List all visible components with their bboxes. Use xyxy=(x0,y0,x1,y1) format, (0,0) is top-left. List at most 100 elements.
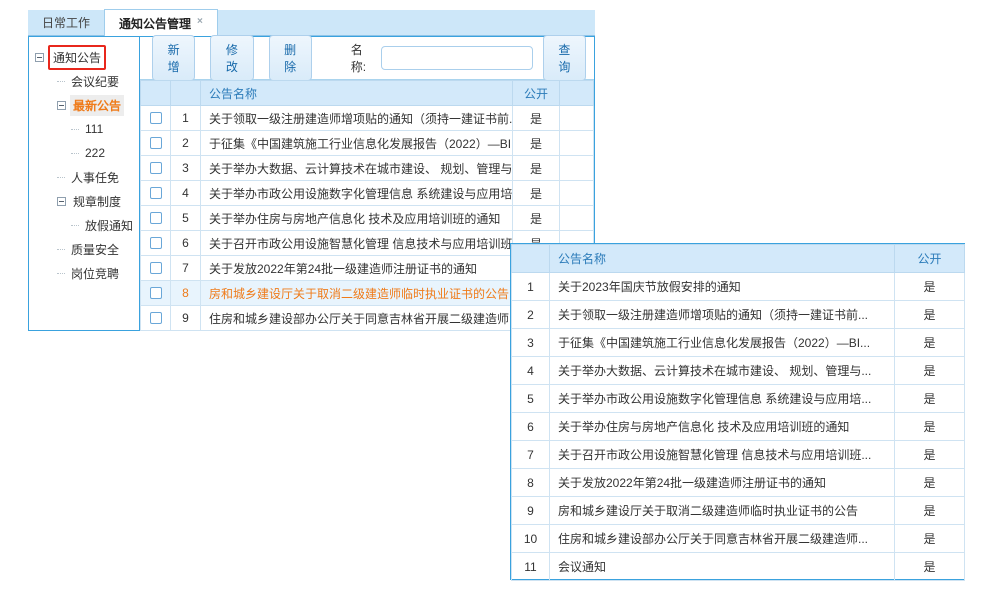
tree-item[interactable]: 质量安全 xyxy=(35,237,139,261)
extra-cell xyxy=(560,131,594,156)
table-header-row: 公告名称 公开 xyxy=(512,245,965,273)
extra-cell xyxy=(560,106,594,131)
row-index: 4 xyxy=(512,357,550,385)
table-row[interactable]: 9房和城乡建设厅关于取消二级建造师临时执业证书的公告是 xyxy=(512,497,965,525)
public-flag: 是 xyxy=(513,206,560,231)
checkbox-cell xyxy=(141,256,171,281)
row-index: 11 xyxy=(512,553,550,581)
edit-button[interactable]: 修改 xyxy=(210,35,253,81)
checkbox-cell xyxy=(141,106,171,131)
public-flag: 是 xyxy=(895,329,965,357)
public-flag: 是 xyxy=(513,181,560,206)
public-flag: 是 xyxy=(895,469,965,497)
col-header-name: 公告名称 xyxy=(201,81,513,106)
row-index: 7 xyxy=(171,256,201,281)
table-row[interactable]: 3于征集《中国建筑施工行业信息化发展报告（2022）—BI...是 xyxy=(512,329,965,357)
table-row[interactable]: 2关于领取一级注册建造师增项贴的通知（须持一建证书前...是 xyxy=(512,301,965,329)
tree-connector xyxy=(57,273,65,274)
col-header-name: 公告名称 xyxy=(550,245,895,273)
tree-item-label: 岗位竞聘 xyxy=(68,263,122,284)
search-button[interactable]: 查询 xyxy=(543,35,586,81)
tree-item[interactable]: 岗位竞聘 xyxy=(35,261,139,285)
tree-item-label: 会议纪要 xyxy=(68,71,122,92)
announcement-name: 关于举办大数据、云计算技术在城市建设、 规划、管理与... xyxy=(201,156,513,181)
row-checkbox[interactable] xyxy=(150,287,162,299)
row-checkbox[interactable] xyxy=(150,187,162,199)
tree-item[interactable]: 人事任免 xyxy=(35,165,139,189)
tab-close-icon[interactable]: × xyxy=(197,16,203,27)
public-flag: 是 xyxy=(895,525,965,553)
tree-item-label: 质量安全 xyxy=(68,239,122,260)
tree-connector xyxy=(57,177,65,178)
row-index: 3 xyxy=(171,156,201,181)
table-row[interactable]: 1关于领取一级注册建造师增项贴的通知（须持一建证书前...是 xyxy=(141,106,594,131)
checkbox-cell xyxy=(141,131,171,156)
table-row[interactable]: 11会议通知是 xyxy=(512,553,965,581)
public-flag: 是 xyxy=(895,385,965,413)
announcement-name: 于征集《中国建筑施工行业信息化发展报告（2022）—BI... xyxy=(201,131,513,156)
announcement-name: 关于举办住房与房地产信息化 技术及应用培训班的通知 xyxy=(201,206,513,231)
collapse-icon[interactable] xyxy=(57,197,66,206)
announcement-name: 住房和城乡建设部办公厅关于同意吉林省开展二级建造师... xyxy=(201,306,513,331)
public-flag: 是 xyxy=(895,413,965,441)
row-checkbox[interactable] xyxy=(150,312,162,324)
row-checkbox[interactable] xyxy=(150,137,162,149)
tree-item[interactable]: 最新公告 xyxy=(35,93,139,117)
checkbox-cell xyxy=(141,206,171,231)
public-flag: 是 xyxy=(895,301,965,329)
collapse-icon[interactable] xyxy=(35,53,44,62)
row-checkbox[interactable] xyxy=(150,212,162,224)
row-checkbox[interactable] xyxy=(150,262,162,274)
row-index: 5 xyxy=(171,206,201,231)
toolbar: 新增 修改 删除 名称: 查询 xyxy=(140,37,594,80)
table-row[interactable]: 10住房和城乡建设部办公厅关于同意吉林省开展二级建造师...是 xyxy=(512,525,965,553)
table-row[interactable]: 4关于举办大数据、云计算技术在城市建设、 规划、管理与...是 xyxy=(512,357,965,385)
table-row[interactable]: 5关于举办市政公用设施数字化管理信息 系统建设与应用培...是 xyxy=(512,385,965,413)
delete-button[interactable]: 删除 xyxy=(269,35,312,81)
tab-bar: 日常工作 通知公告管理× xyxy=(28,10,595,36)
extra-cell xyxy=(560,156,594,181)
row-index: 1 xyxy=(171,106,201,131)
tree-connector xyxy=(71,225,79,226)
extra-cell xyxy=(560,206,594,231)
table-row[interactable]: 8关于发放2022年第24批一级建造师注册证书的通知是 xyxy=(512,469,965,497)
col-header-public: 公开 xyxy=(513,81,560,106)
row-index: 2 xyxy=(512,301,550,329)
announcement-name: 关于召开市政公用设施智慧化管理 信息技术与应用培训班... xyxy=(201,231,513,256)
row-index: 8 xyxy=(512,469,550,497)
public-flag: 是 xyxy=(895,497,965,525)
table-row[interactable]: 6关于举办住房与房地产信息化 技术及应用培训班的通知是 xyxy=(512,413,965,441)
table-row[interactable]: 3关于举办大数据、云计算技术在城市建设、 规划、管理与...是 xyxy=(141,156,594,181)
row-index: 2 xyxy=(171,131,201,156)
table-row[interactable]: 5关于举办住房与房地产信息化 技术及应用培训班的通知是 xyxy=(141,206,594,231)
tree-root-label: 通知公告 xyxy=(48,45,106,70)
name-filter-label: 名称: xyxy=(351,41,373,75)
tree-item[interactable]: 111 xyxy=(35,117,139,141)
table-row[interactable]: 1关于2023年国庆节放假安排的通知是 xyxy=(512,273,965,301)
tab-daily-work[interactable]: 日常工作 xyxy=(28,9,104,35)
row-index: 1 xyxy=(512,273,550,301)
tree-root-notice[interactable]: 通知公告 xyxy=(35,45,139,69)
overlay-table: 公告名称 公开 1关于2023年国庆节放假安排的通知是2关于领取一级注册建造师增… xyxy=(511,244,965,581)
tree-connector xyxy=(71,129,79,130)
add-button[interactable]: 新增 xyxy=(152,35,195,81)
tree-item[interactable]: 规章制度 xyxy=(35,189,139,213)
table-row[interactable]: 7关于召开市政公用设施智慧化管理 信息技术与应用培训班...是 xyxy=(512,441,965,469)
announcement-name: 关于发放2022年第24批一级建造师注册证书的通知 xyxy=(201,256,513,281)
row-checkbox[interactable] xyxy=(150,237,162,249)
table-row[interactable]: 2于征集《中国建筑施工行业信息化发展报告（2022）—BI...是 xyxy=(141,131,594,156)
tree-item[interactable]: 放假通知 xyxy=(35,213,139,237)
tree-item[interactable]: 会议纪要 xyxy=(35,69,139,93)
tree-connector xyxy=(57,249,65,250)
row-checkbox[interactable] xyxy=(150,112,162,124)
name-filter-input[interactable] xyxy=(381,46,533,70)
extra-cell xyxy=(560,181,594,206)
tab-notice-management[interactable]: 通知公告管理× xyxy=(104,9,218,36)
public-flag: 是 xyxy=(513,156,560,181)
checkbox-cell xyxy=(141,231,171,256)
row-checkbox[interactable] xyxy=(150,162,162,174)
tree-item[interactable]: 222 xyxy=(35,141,139,165)
table-row[interactable]: 4关于举办市政公用设施数字化管理信息 系统建设与应用培...是 xyxy=(141,181,594,206)
announcement-name: 关于召开市政公用设施智慧化管理 信息技术与应用培训班... xyxy=(550,441,895,469)
collapse-icon[interactable] xyxy=(57,101,66,110)
